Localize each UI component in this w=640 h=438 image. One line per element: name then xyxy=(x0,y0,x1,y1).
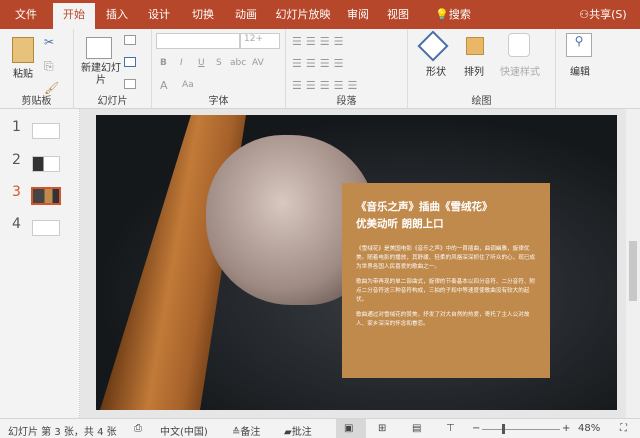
italic-button[interactable]: I xyxy=(180,58,183,68)
normal-view-icon: ▣ xyxy=(344,423,354,434)
slide-number: 4 xyxy=(12,216,21,232)
slide-editor: 《音乐之声》插曲《雪绒花》 优美动听 朗朗上口 《雪绒花》是美国电影《音乐之声》… xyxy=(80,109,626,418)
bold-button[interactable]: B xyxy=(160,58,167,68)
font-size-select[interactable]: 12+ xyxy=(240,33,280,49)
share-button[interactable]: ⚇共享(S) xyxy=(570,0,636,29)
slide-number: 3 xyxy=(12,184,21,200)
slide-thumbnail-pane: 1 2 3 4 xyxy=(0,109,80,418)
user-icon: ⚇ xyxy=(579,8,590,21)
tab-review[interactable]: 审阅 xyxy=(340,0,376,29)
group-label: 字体 xyxy=(208,96,229,107)
slideshow-icon[interactable]: ⊤ xyxy=(446,423,455,434)
find-icon: ⚲ xyxy=(566,33,592,57)
slide-thumbnail-3[interactable] xyxy=(31,187,61,205)
zoom-slider[interactable] xyxy=(482,429,560,430)
slide-number: 1 xyxy=(12,119,21,135)
vertical-scrollbar[interactable] xyxy=(626,109,640,418)
copy-icon[interactable]: ⎘ xyxy=(44,59,54,74)
paste-button[interactable]: 粘贴 xyxy=(6,65,40,80)
spellcheck-icon[interactable]: ⎙ xyxy=(134,423,142,434)
layout-icon[interactable] xyxy=(124,35,136,45)
shapes-button[interactable]: 形状 xyxy=(418,63,454,78)
tab-animations[interactable]: 动画 xyxy=(226,0,266,29)
shadow-button[interactable]: abc xyxy=(230,58,246,68)
zoom-level[interactable]: 48% xyxy=(578,423,600,434)
search-button[interactable]: 💡搜索 xyxy=(428,0,478,29)
group-font: 12+ B I U S abc AV A Aa 字体 xyxy=(152,29,286,109)
text-card[interactable]: 《音乐之声》插曲《雪绒花》 优美动听 朗朗上口 《雪绒花》是美国电影《音乐之声》… xyxy=(342,183,550,378)
notes-button[interactable]: ≙备注 xyxy=(232,423,260,438)
slide-info: 幻灯片 第 3 张，共 4 张 xyxy=(8,427,117,438)
new-slide-icon xyxy=(86,37,112,59)
slide[interactable]: 《音乐之声》插曲《雪绒花》 优美动听 朗朗上口 《雪绒花》是美国电影《音乐之声》… xyxy=(96,115,617,410)
comments-button[interactable]: ▰批注 xyxy=(284,423,312,438)
slide-number: 2 xyxy=(12,152,21,168)
group-label: 绘图 xyxy=(471,96,492,107)
group-label: 剪贴板 xyxy=(21,96,52,107)
quick-styles-icon xyxy=(508,33,530,57)
change-case-button[interactable]: Aa xyxy=(182,80,194,90)
scroll-thumb[interactable] xyxy=(629,241,637,301)
arrange-icon xyxy=(466,37,484,55)
comment-icon: ▰ xyxy=(284,427,292,438)
editing-button[interactable]: 编辑 xyxy=(564,63,596,78)
reading-view-icon[interactable]: ▤ xyxy=(412,423,421,434)
ribbon: 粘贴 ✂ ⎘ 🖌 剪贴板 新建幻灯片 幻灯片 12+ B I U S abc A… xyxy=(0,29,640,109)
group-drawing: 形状 排列 快速样式 绘图 xyxy=(408,29,556,109)
strike-button[interactable]: S xyxy=(216,58,222,68)
zoom-out-button[interactable]: − xyxy=(472,423,480,434)
language[interactable]: 中文(中国) xyxy=(160,423,208,438)
font-name-select[interactable] xyxy=(156,33,240,49)
card-paragraph: 歌曲为带再现的单二部曲式，旋律的节奏基本以四分音符、二分音符、附点二分音符这三种… xyxy=(356,279,536,303)
arrange-button[interactable]: 排列 xyxy=(456,63,492,78)
shapes-icon xyxy=(417,30,449,62)
group-label: 段落 xyxy=(336,96,357,107)
tab-design[interactable]: 设计 xyxy=(140,0,178,29)
ribbon-tabs: 文件 开始 插入 设计 切换 动画 幻灯片放映 审阅 视图 💡搜索 ⚇共享(S) xyxy=(0,0,640,29)
list-buttons[interactable]: ☰☰☰☰ xyxy=(292,35,347,48)
group-editing: ⚲ 编辑 xyxy=(558,29,604,109)
slide-thumbnail-4[interactable] xyxy=(32,220,60,236)
cut-icon[interactable]: ✂ xyxy=(44,35,54,49)
card-paragraph: 歌曲通过对雪绒花的赞美，抒发了对大自然的热爱，寄托了主人公对故人、家乡深深的怀念… xyxy=(356,312,530,327)
tab-view[interactable]: 视图 xyxy=(380,0,416,29)
lightbulb-icon: 💡 xyxy=(435,8,449,21)
font-color-button[interactable]: A xyxy=(160,79,168,92)
slide-sorter-icon[interactable]: ⊞ xyxy=(378,423,386,434)
new-slide-button[interactable]: 新建幻灯片 xyxy=(78,63,124,87)
char-spacing-button[interactable]: AV xyxy=(252,58,264,68)
card-title: 《音乐之声》插曲《雪绒花》 xyxy=(356,201,493,213)
zoom-slider-thumb[interactable] xyxy=(502,424,505,434)
slide-thumbnail-2[interactable] xyxy=(32,156,60,172)
fit-to-window-icon[interactable]: ⛶ xyxy=(620,423,627,434)
status-bar: 幻灯片 第 3 张，共 4 张 ⎙ 中文(中国) ≙备注 ▰批注 ▣ ⊞ ▤ ⊤… xyxy=(0,418,640,438)
quick-styles-button[interactable]: 快速样式 xyxy=(492,63,548,78)
card-subtitle: 优美动听 朗朗上口 xyxy=(356,218,444,230)
reset-icon[interactable] xyxy=(124,57,136,67)
zoom-in-button[interactable]: + xyxy=(562,423,570,434)
slide-thumbnail-1[interactable] xyxy=(32,123,60,139)
group-paragraph: ☰☰☰☰ ☰☰☰☰ ☰☰☰☰☰ 段落 xyxy=(286,29,408,109)
card-paragraph: 《雪绒花》是美国电影《音乐之声》中的一首插曲，曲调幽雅，旋律优美。随着电影的播放… xyxy=(356,246,536,270)
underline-button[interactable]: U xyxy=(198,58,205,68)
tab-file[interactable]: 文件 xyxy=(4,0,48,29)
align-buttons[interactable]: ☰☰☰☰☰ xyxy=(292,79,361,92)
group-label: 幻灯片 xyxy=(97,96,128,107)
tab-transitions[interactable]: 切换 xyxy=(183,0,223,29)
tab-insert[interactable]: 插入 xyxy=(98,0,136,29)
paste-icon xyxy=(12,37,34,63)
tab-slideshow[interactable]: 幻灯片放映 xyxy=(272,0,334,29)
indent-buttons[interactable]: ☰☰☰☰ xyxy=(292,57,347,70)
tab-home[interactable]: 开始 xyxy=(53,3,95,29)
group-clipboard: 粘贴 ✂ ⎘ 🖌 剪贴板 xyxy=(0,29,74,109)
group-slides: 新建幻灯片 幻灯片 xyxy=(74,29,152,109)
section-icon[interactable] xyxy=(124,79,136,89)
